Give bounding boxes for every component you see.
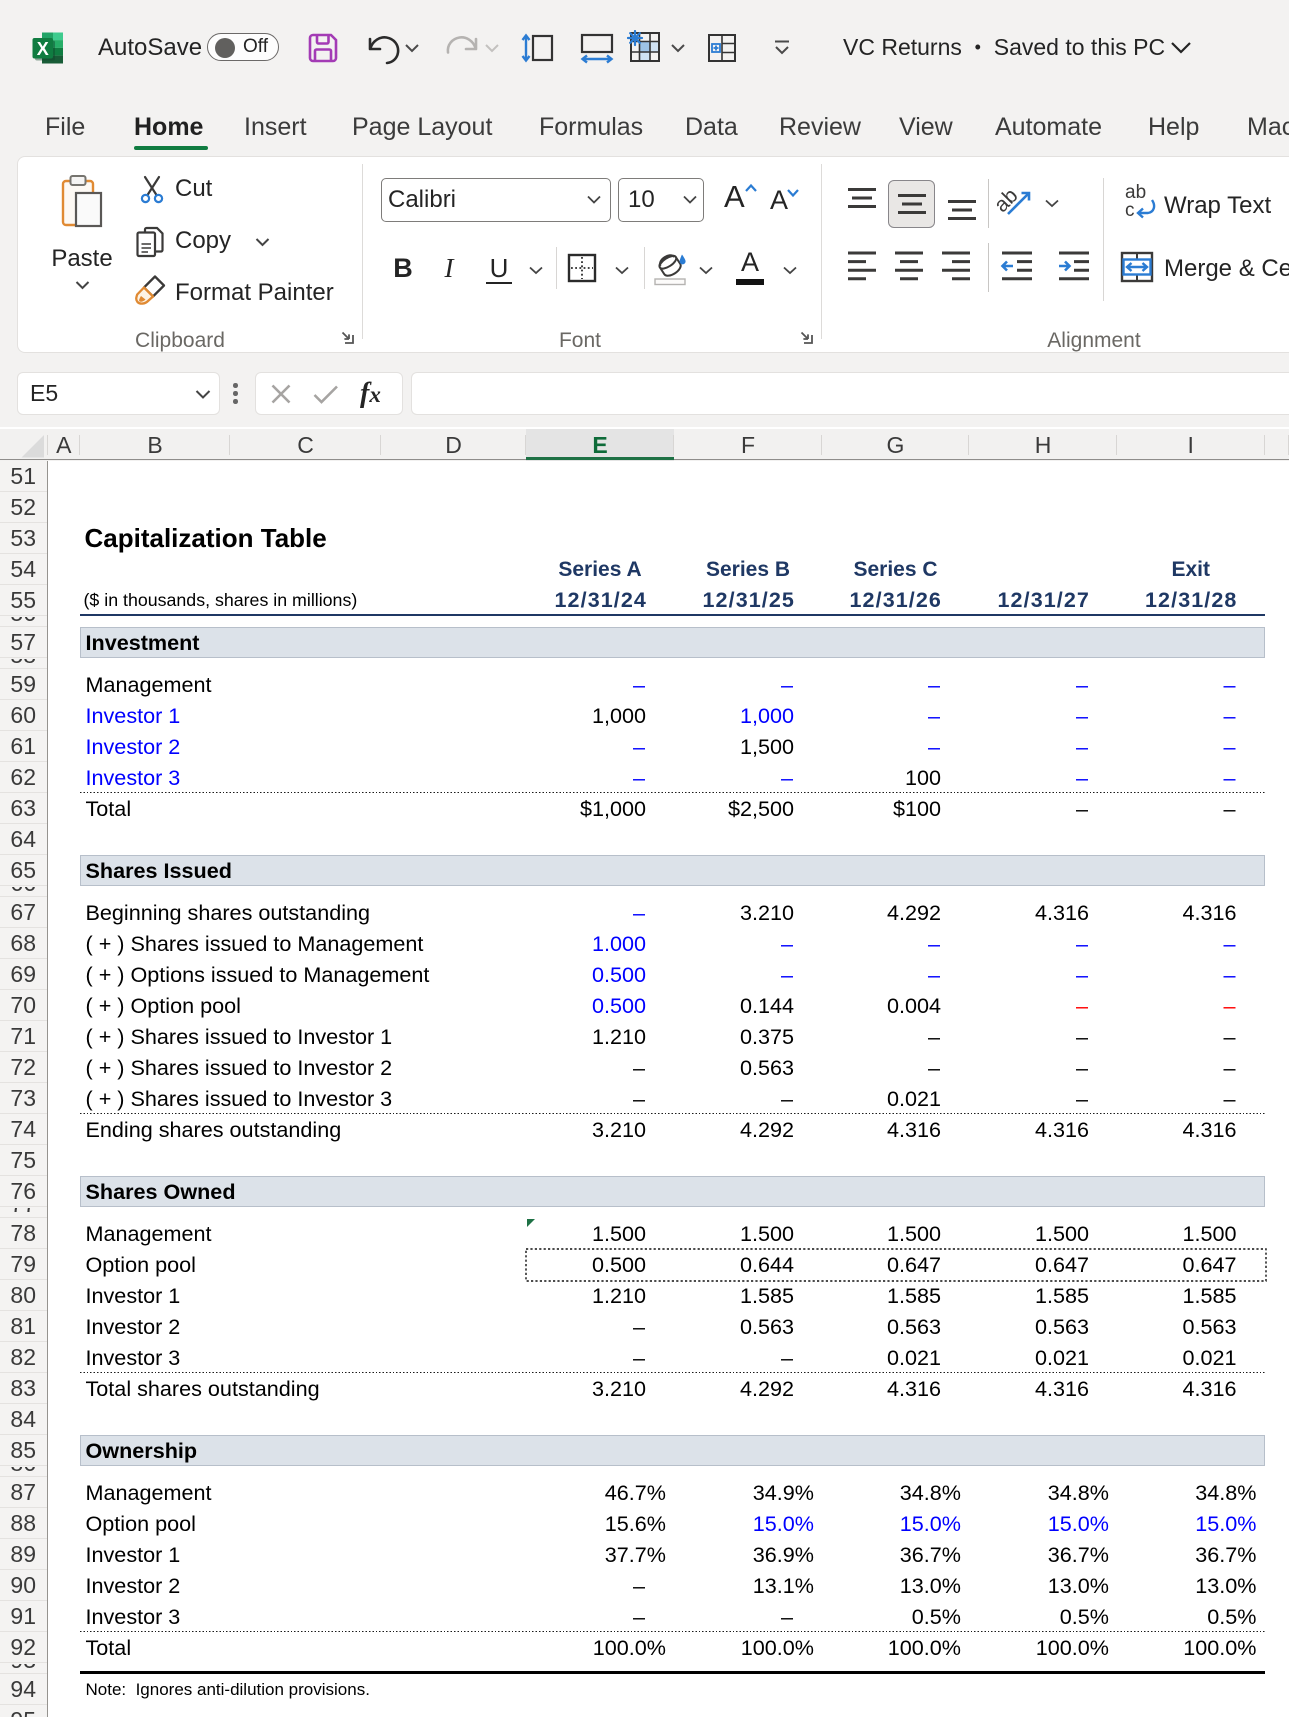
svg-text:X: X [37,39,49,59]
